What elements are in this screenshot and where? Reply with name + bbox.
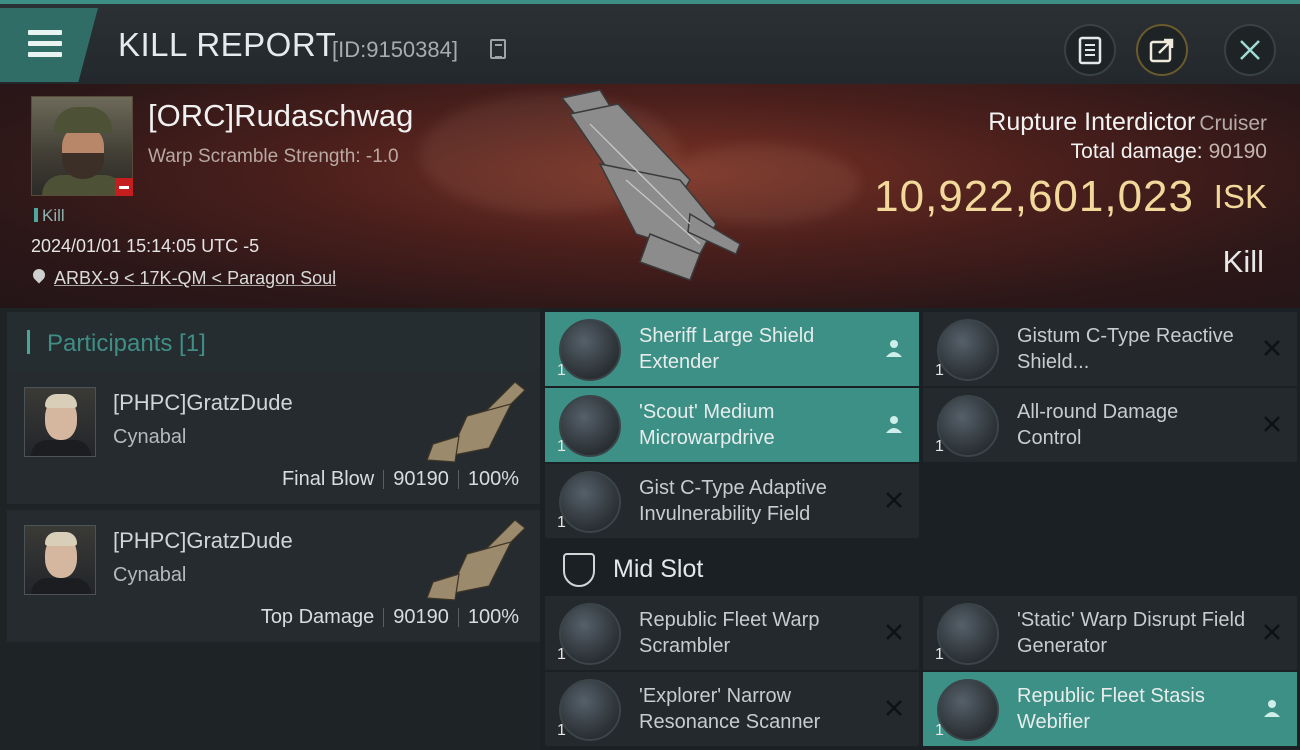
participant-stats: Final Blow 90190 100%	[273, 468, 528, 491]
top-bar: KILL REPORT [ID:9150384]	[0, 0, 1300, 84]
dropped-person-icon	[1264, 700, 1280, 717]
destroyed-x-icon	[886, 624, 902, 640]
module-name: Republic Fleet Warp Scrambler	[639, 609, 820, 657]
menu-button[interactable]	[0, 8, 98, 82]
dropped-person-icon	[886, 416, 902, 433]
module-name: Sheriff Large Shield Extender	[639, 325, 815, 373]
module-qty: 1	[557, 438, 566, 455]
victim-name[interactable]: [ORC]Rudaschwag	[148, 98, 413, 134]
participant-portrait[interactable]	[24, 525, 96, 595]
module-slot[interactable]: 1 Gist C-Type Adaptive Invulnerability F…	[545, 464, 919, 538]
participants-title: Participants [1]	[47, 330, 206, 357]
total-damage: Total damage: 90190	[1071, 140, 1267, 164]
participant-percent: 100%	[467, 606, 519, 628]
clipboard-icon	[1078, 36, 1102, 65]
participant-damage: 90190	[393, 468, 449, 490]
participant-ship: Cynabal	[113, 564, 187, 586]
participants-header: Participants [1]	[7, 312, 540, 372]
fitting-panel: 1 Sheriff Large Shield Extender 1 Gistum…	[545, 308, 1300, 750]
module-name: All-round Damage Control	[1017, 401, 1179, 449]
module-slot[interactable]: 1 Gistum C-Type Reactive Shield...	[923, 312, 1297, 386]
loss-badge-icon	[115, 178, 133, 196]
module-qty: 1	[935, 722, 944, 739]
victim-panel: [ORC]Rudaschwag Warp Scramble Strength: …	[0, 84, 1300, 308]
participant-name[interactable]: [PHPC]GratzDude	[113, 528, 293, 554]
kill-datetime: 2024/01/01 15:14:05 UTC -5	[31, 236, 260, 256]
invulnerability-field-icon	[559, 471, 621, 533]
module-slot[interactable]: 1 Republic Fleet Warp Scrambler	[545, 596, 919, 670]
module-slot[interactable]: 1 'Static' Warp Disrupt Field Generator	[923, 596, 1297, 670]
warp-strength: Warp Scramble Strength: -1.0	[148, 146, 399, 167]
mid-slot-header: Mid Slot	[545, 541, 919, 599]
clipboard-button[interactable]	[1064, 24, 1116, 76]
module-qty: 1	[935, 362, 944, 379]
copy-icon[interactable]	[490, 39, 506, 59]
kill-tag: Kill	[34, 206, 65, 226]
participant-ship-image[interactable]	[419, 376, 527, 466]
module-qty: 1	[557, 362, 566, 379]
participant-damage: 90190	[393, 606, 449, 628]
participant-percent: 100%	[467, 468, 519, 490]
warp-scrambler-icon	[559, 603, 621, 665]
destroyed-x-icon	[1264, 624, 1280, 640]
module-slot[interactable]: 1 Republic Fleet Stasis Webifier	[923, 672, 1297, 746]
ship-class: Cruiser	[1199, 112, 1267, 135]
module-slot[interactable]: 1 'Explorer' Narrow Resonance Scanner	[545, 672, 919, 746]
kill-location-link[interactable]: ARBX-9 < 17K-QM < Paragon Soul	[54, 268, 336, 289]
module-qty: 1	[557, 722, 566, 739]
stasis-webifier-icon	[937, 679, 999, 741]
share-button[interactable]	[1136, 24, 1188, 76]
microwarpdrive-icon	[559, 395, 621, 457]
ship-name-text: Rupture Interdictor	[988, 108, 1196, 136]
isk-unit: ISK	[1213, 178, 1267, 215]
participant-stats: Top Damage 90190 100%	[252, 606, 528, 629]
module-qty: 1	[935, 438, 944, 455]
destroyed-x-icon	[886, 492, 902, 508]
total-damage-label: Total damage:	[1070, 140, 1203, 163]
share-icon	[1149, 38, 1174, 63]
mid-slot-label: Mid Slot	[613, 555, 704, 583]
warp-disrupt-field-icon	[937, 603, 999, 665]
destroyed-x-icon	[886, 700, 902, 716]
participant-role: Top Damage	[260, 606, 375, 628]
destroyed-x-icon	[1264, 340, 1280, 356]
close-icon	[1240, 40, 1260, 60]
damage-control-icon	[937, 395, 999, 457]
isk-value: 10,922,601,023	[874, 172, 1194, 221]
module-name: 'Static' Warp Disrupt Field Generator	[1017, 609, 1246, 657]
module-name: Gistum C-Type Reactive Shield...	[1017, 325, 1234, 373]
module-qty: 1	[557, 646, 566, 663]
total-damage-value: 90190	[1208, 140, 1267, 163]
close-button[interactable]	[1224, 24, 1276, 76]
module-name: Gist C-Type Adaptive Invulnerability Fie…	[639, 477, 827, 525]
result-label: Kill	[1222, 244, 1264, 279]
victim-ship-image[interactable]	[540, 84, 760, 299]
module-slot[interactable]: 1 Sheriff Large Shield Extender	[545, 312, 919, 386]
participant-name[interactable]: [PHPC]GratzDude	[113, 390, 293, 416]
participant-card[interactable]: [PHPC]GratzDude Cynabal Final Blow 90190…	[7, 372, 540, 504]
location-pin-icon	[30, 266, 48, 284]
destroyed-x-icon	[1264, 416, 1280, 432]
module-qty: 1	[557, 514, 566, 531]
module-name: 'Explorer' Narrow Resonance Scanner	[639, 685, 821, 733]
victim-ship-name[interactable]: Rupture Interdictor Cruiser	[988, 108, 1267, 137]
page-title: KILL REPORT	[118, 26, 337, 63]
participant-card[interactable]: [PHPC]GratzDude Cynabal Top Damage 90190…	[7, 510, 540, 642]
participant-ship: Cynabal	[113, 426, 187, 448]
report-id: [ID:9150384]	[332, 37, 458, 62]
participant-portrait[interactable]	[24, 387, 96, 457]
shield-extender-icon	[559, 319, 621, 381]
module-name: Republic Fleet Stasis Webifier	[1017, 685, 1205, 733]
resonance-scanner-icon	[559, 679, 621, 741]
reactive-shield-icon	[937, 319, 999, 381]
module-slot[interactable]: 1 All-round Damage Control	[923, 388, 1297, 462]
participant-role: Final Blow	[281, 468, 375, 490]
participant-ship-image[interactable]	[419, 514, 527, 604]
module-qty: 1	[935, 646, 944, 663]
module-name: 'Scout' Medium Microwarpdrive	[639, 401, 775, 449]
participants-panel: Participants [1] [PHPC]GratzDude Cynabal…	[0, 308, 540, 750]
module-slot[interactable]: 1 'Scout' Medium Microwarpdrive	[545, 388, 919, 462]
mid-slot-icon	[563, 553, 595, 587]
dropped-person-icon	[886, 340, 902, 357]
